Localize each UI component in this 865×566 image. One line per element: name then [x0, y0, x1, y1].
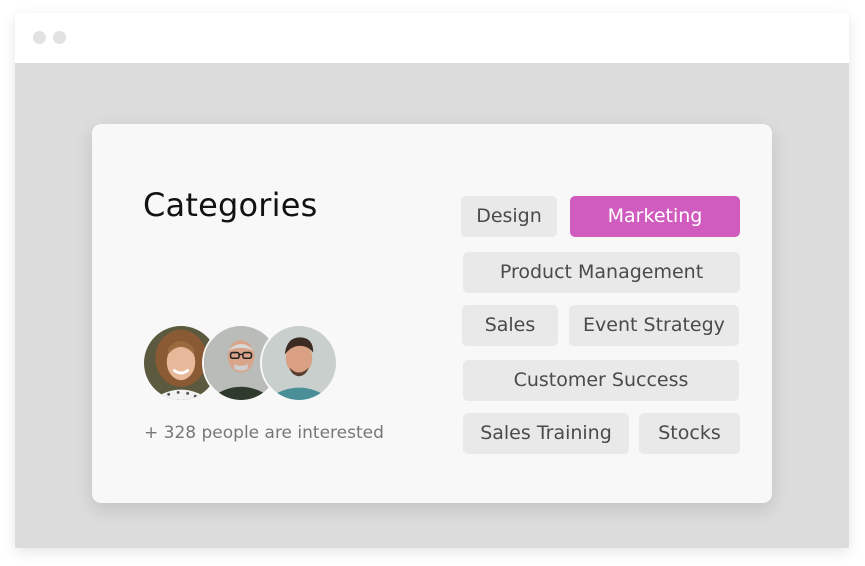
tag-product-management[interactable]: Product Management [463, 252, 740, 293]
tag-sales-training[interactable]: Sales Training [463, 413, 629, 454]
tag-sales[interactable]: Sales [462, 305, 558, 346]
window-control-dot[interactable] [33, 31, 46, 44]
tag-stocks[interactable]: Stocks [639, 413, 740, 454]
young-man-avatar [260, 324, 338, 402]
tag-customer-success[interactable]: Customer Success [463, 360, 739, 401]
interested-count-text: + 328 people are interested [144, 423, 384, 443]
card-title: Categories [143, 186, 318, 224]
avatar-group [142, 324, 342, 402]
tag-event-strategy[interactable]: Event Strategy [569, 305, 739, 346]
categories-card: Categories + 328 people are interested D… [92, 124, 772, 503]
window-titlebar [15, 13, 849, 63]
tag-marketing[interactable]: Marketing [570, 196, 740, 237]
tag-design[interactable]: Design [461, 196, 557, 237]
window-control-dot[interactable] [53, 31, 66, 44]
